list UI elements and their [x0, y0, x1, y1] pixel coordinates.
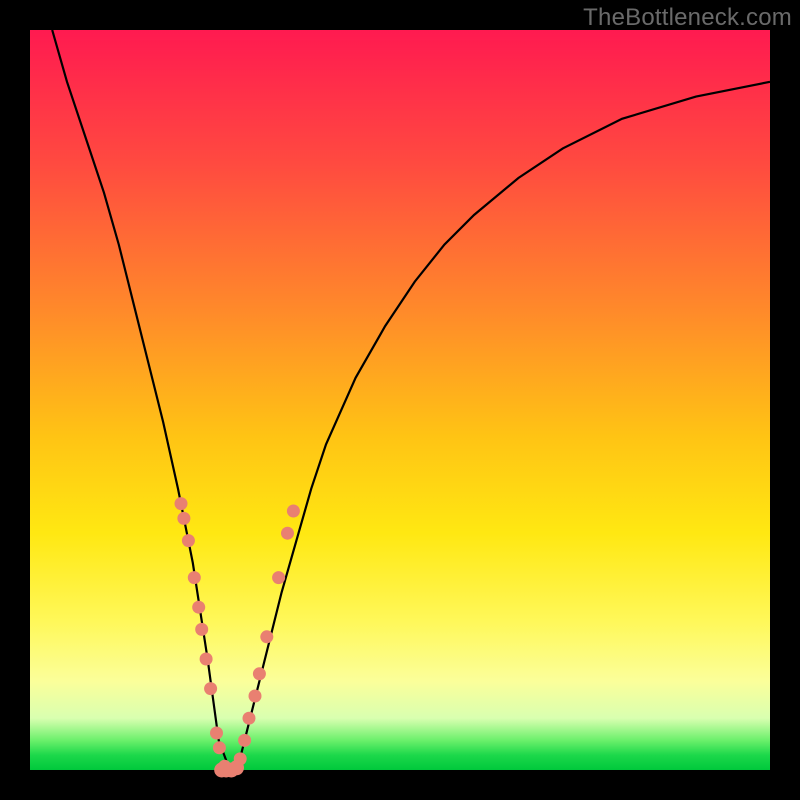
watermark-text: TheBottleneck.com	[583, 4, 792, 32]
highlight-dot	[182, 534, 195, 547]
bottleneck-curve	[52, 30, 770, 770]
highlight-dot	[188, 571, 201, 584]
highlight-dot	[204, 682, 217, 695]
highlight-dot	[192, 601, 205, 614]
highlight-dot	[281, 527, 294, 540]
highlight-dot	[175, 497, 188, 510]
highlight-dot	[213, 741, 226, 754]
highlight-dot	[177, 512, 190, 525]
highlight-dot	[195, 623, 208, 636]
highlight-dot	[200, 653, 213, 666]
chart-svg	[30, 30, 770, 770]
highlight-dot	[287, 505, 300, 518]
highlight-dot	[210, 727, 223, 740]
highlight-dot	[243, 712, 256, 725]
highlight-dot	[238, 734, 251, 747]
highlight-dot	[272, 571, 285, 584]
plot-area	[30, 30, 770, 770]
highlight-dots	[175, 497, 300, 777]
highlight-dot	[249, 690, 262, 703]
highlight-dot	[260, 630, 273, 643]
highlight-dot	[253, 667, 266, 680]
bottleneck-curve-path	[52, 30, 770, 770]
highlight-dot	[229, 760, 244, 775]
chart-frame: TheBottleneck.com	[0, 0, 800, 800]
